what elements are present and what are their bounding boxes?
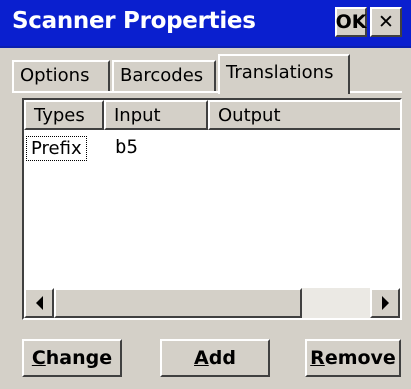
scroll-right-button[interactable]: [370, 288, 400, 318]
tab-barcodes[interactable]: Barcodes: [112, 60, 216, 91]
change-label-rest: hange: [45, 347, 113, 369]
add-label-rest: dd: [208, 347, 236, 369]
close-button[interactable]: ✕: [370, 7, 402, 37]
column-header-output[interactable]: Output: [208, 100, 400, 130]
tab-options[interactable]: Options: [12, 60, 110, 91]
arrow-left-icon: [35, 296, 43, 310]
tab-translations[interactable]: Translations: [218, 54, 350, 94]
title-bar: Scanner Properties OK ✕: [0, 0, 411, 48]
remove-label-rest: emove: [324, 347, 396, 369]
list-item-type: Prefix: [26, 136, 87, 161]
ok-button[interactable]: OK: [335, 7, 367, 37]
add-accel: A: [194, 347, 209, 369]
horizontal-scrollbar[interactable]: [24, 288, 400, 318]
list-item-input: b5: [115, 136, 138, 158]
list-item[interactable]: Prefix b5: [24, 133, 400, 163]
change-accel: C: [31, 347, 46, 369]
window-title: Scanner Properties: [12, 8, 256, 34]
arrow-right-icon: [381, 296, 389, 310]
add-button[interactable]: Add: [160, 339, 270, 377]
remove-accel: R: [310, 347, 325, 369]
close-icon: ✕: [378, 11, 394, 33]
column-header-input[interactable]: Input: [104, 100, 208, 130]
column-headers: Types Input Output: [24, 100, 400, 130]
translations-list[interactable]: Types Input Output Prefix b5: [22, 98, 402, 320]
change-button[interactable]: Change: [22, 339, 122, 377]
scroll-left-button[interactable]: [24, 288, 54, 318]
column-header-types[interactable]: Types: [24, 100, 104, 130]
remove-button[interactable]: Remove: [305, 339, 401, 377]
scrollbar-thumb[interactable]: [54, 288, 302, 318]
